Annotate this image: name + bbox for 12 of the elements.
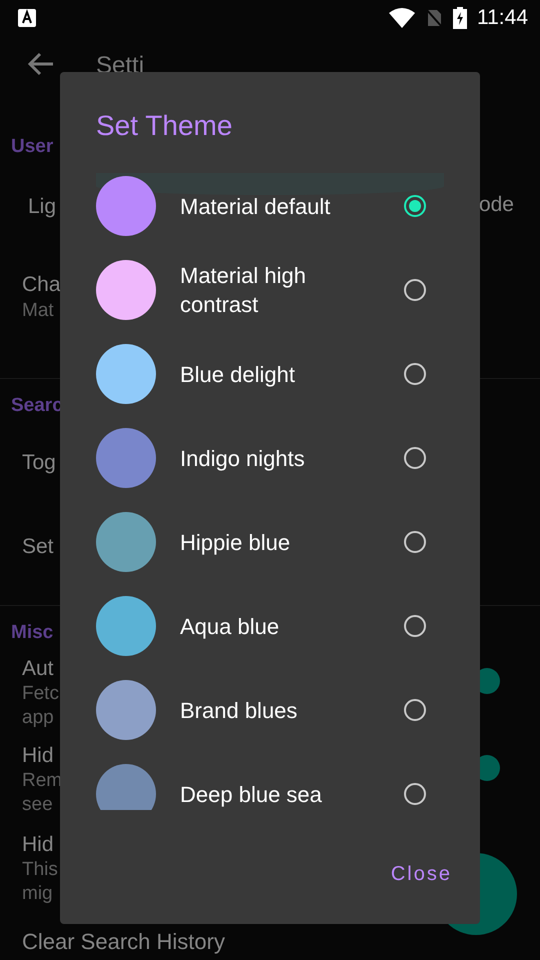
setting-description: Mat (22, 299, 55, 323)
setting-description: app (22, 706, 55, 730)
clock-time: 11:44 (477, 6, 528, 30)
setting-description: mig (22, 882, 54, 906)
setting-description: Rem (22, 769, 62, 793)
section-header: Misc (11, 622, 54, 645)
setting-description: see (22, 793, 54, 817)
setting-description: This (22, 858, 58, 882)
setting-description: Fetc (22, 682, 59, 706)
section-header: User (11, 136, 54, 159)
section-header: Searc (11, 395, 63, 418)
dialog-title: Set Theme (95, 109, 234, 143)
